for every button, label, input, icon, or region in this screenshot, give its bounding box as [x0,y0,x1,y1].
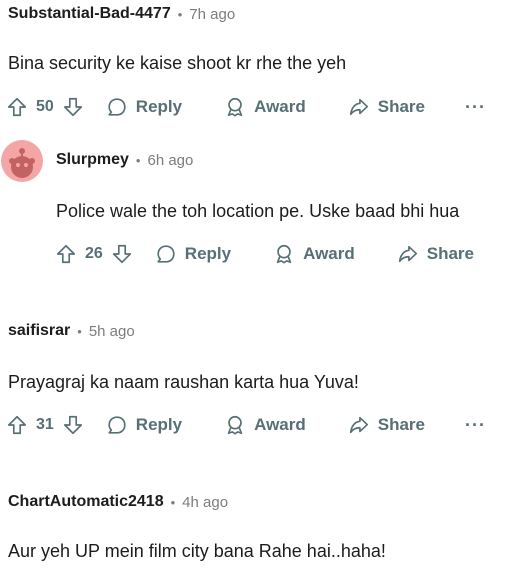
award-icon [227,415,243,435]
share-icon [349,98,368,116]
author-name[interactable]: saifisrar [8,322,70,340]
author-name[interactable]: ChartAutomatic2418 [8,493,164,511]
reply-label: Reply [135,415,183,434]
award-button[interactable]: Award [224,414,306,436]
award-icon [276,244,292,264]
comment-meta: Slurpmey • 6h ago [56,151,193,169]
comment-body: Police wale the toh location pe. Uske ba… [56,201,460,221]
award-label: Award [254,97,306,116]
comment-meta: Substantial-Bad-4477 • 7h ago [8,5,235,23]
comment-meta: ChartAutomatic2418 • 4h ago [8,493,228,511]
separator-dot: • [170,494,176,510]
share-label: Share [377,97,425,116]
comment-actions: 31 Reply Award Share ··· [6,409,486,441]
snoo-avatar [9,148,35,178]
timestamp[interactable]: 4h ago [182,494,228,511]
user-avatar[interactable] [1,140,43,182]
reply-button[interactable]: Reply [106,96,182,118]
share-button[interactable]: Share [397,243,474,265]
vote-count: 26 [85,245,103,262]
comment-body: Bina security ke kaise shoot kr rhe the … [8,53,347,73]
comment-actions: 50 Reply Award Share ··· [6,91,486,123]
separator-dot: • [177,6,183,22]
share-button[interactable]: Share [348,414,425,436]
author-name[interactable]: Slurpmey [56,151,129,169]
separator-dot: • [77,323,82,339]
reply-icon [108,98,126,116]
timestamp[interactable]: 7h ago [189,6,235,23]
share-icon [398,245,417,263]
award-label: Award [303,244,355,263]
comment-meta: saifisrar • 5h ago [8,322,135,340]
upvote-icon[interactable] [6,414,28,436]
share-button[interactable]: Share [348,96,425,118]
reply-icon [108,416,126,434]
vote-group: 50 [6,96,84,118]
comment-body: Prayagraj ka naam raushan karta hua Yuva… [8,372,359,392]
upvote-icon[interactable] [55,243,77,265]
downvote-icon[interactable] [111,243,133,265]
share-label: Share [377,415,425,434]
reply-button[interactable]: Reply [106,414,182,436]
share-icon [349,416,368,434]
upvote-icon[interactable] [6,96,28,118]
reply-button[interactable]: Reply [155,243,231,265]
vote-group: 26 [55,243,133,265]
more-options-button[interactable]: ··· [465,415,486,436]
reply-label: Reply [184,244,232,263]
downvote-icon[interactable] [62,414,84,436]
vote-group: 31 [6,414,84,436]
separator-dot: • [135,152,141,168]
vote-count: 31 [36,416,54,433]
comment-actions: 26 Reply Award Share [55,238,474,270]
reply-icon [157,245,175,263]
author-name[interactable]: Substantial-Bad-4477 [8,5,171,23]
vote-count: 50 [36,98,54,115]
share-label: Share [426,244,474,263]
award-button[interactable]: Award [224,96,306,118]
more-options-button[interactable]: ··· [465,97,486,118]
timestamp[interactable]: 5h ago [89,323,135,340]
timestamp[interactable]: 6h ago [147,152,193,169]
award-icon [227,97,243,117]
comment-body: Aur yeh UP mein film city bana Rahe hai.… [8,541,386,561]
award-label: Award [254,415,306,434]
reply-label: Reply [135,97,183,116]
award-button[interactable]: Award [273,243,355,265]
downvote-icon[interactable] [62,96,84,118]
